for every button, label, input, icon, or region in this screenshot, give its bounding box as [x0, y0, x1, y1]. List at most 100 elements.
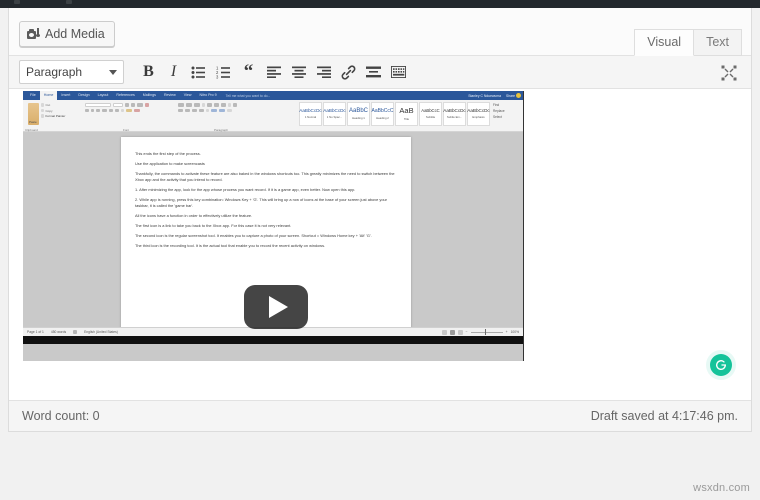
word-style-preview: AaB [399, 106, 414, 116]
word-style-name: 1 Normal [304, 115, 317, 120]
wp-admin-bar[interactable] [0, 0, 760, 8]
word-page-indicator: Page 1 of 1 [27, 330, 44, 334]
word-tab-insert: Insert [61, 93, 71, 97]
read-more-button[interactable] [361, 60, 386, 84]
align-left-button[interactable] [261, 60, 286, 84]
align-right-icon [316, 66, 331, 78]
play-button[interactable] [244, 285, 308, 329]
word-group-font: Font [85, 101, 173, 132]
word-style-name: Heading 1 [352, 116, 365, 120]
text-cursor [523, 91, 524, 361]
word-group-paragraph: Paragraph [178, 101, 270, 132]
add-media-label: Add Media [45, 27, 105, 41]
tab-text[interactable]: Text [694, 29, 742, 56]
bulleted-list-icon [191, 66, 205, 78]
word-share-button: Share [505, 93, 515, 98]
add-media-icon [27, 28, 40, 40]
word-format-painter-label: Format Painter [45, 114, 66, 118]
word-paste-button: Paste [28, 103, 39, 125]
word-doc-line: The first icon is a link to take you bac… [135, 222, 292, 228]
word-count-label: Word count: 0 [22, 409, 100, 423]
word-style-heading-1: AaBbC Heading 1 [347, 102, 370, 126]
word-style-subtle-emphasis: AaBbCcDc Subtle Em... [443, 102, 466, 126]
grammarly-badge[interactable] [710, 354, 732, 376]
admin-bar-item-comments[interactable] [66, 0, 72, 4]
blockquote-icon: “ [243, 60, 254, 82]
word-paste-label: Paste [29, 120, 37, 124]
italic-button[interactable]: I [161, 60, 186, 84]
word-style-name: Subtitle [425, 115, 436, 120]
word-style-preview: AaBbCcDc [323, 107, 346, 113]
word-style-preview: AaBbC [348, 108, 368, 114]
word-read-mode-icon [441, 329, 447, 335]
word-tab-mailings: Mailings [142, 93, 156, 97]
word-style-name: 1 No Spac... [326, 115, 343, 120]
align-center-icon [291, 66, 306, 78]
word-copy-label: Copy [45, 108, 53, 113]
word-ribbon-tabbar: File Home Insert Design Layout Reference… [23, 91, 523, 100]
bulleted-list-button[interactable] [186, 60, 211, 84]
word-style-preview: AaBbCcDc [467, 107, 490, 113]
word-style-heading-2: AaBbCcC Heading 2 [371, 102, 394, 126]
word-doc-line: All the icons have a function in order t… [135, 212, 253, 218]
insert-link-button[interactable] [336, 60, 361, 84]
editor-view-tabs: Visual Text [634, 21, 742, 56]
word-print-layout-icon [449, 329, 455, 335]
word-zoom-slider [470, 329, 503, 335]
read-more-icon [366, 66, 381, 78]
word-language: English (United States) [84, 330, 118, 334]
word-style-name: Subtle Em... [446, 115, 463, 120]
word-tab-review: Review [163, 93, 176, 97]
word-style-preview: AaBbCcDc [299, 107, 322, 113]
word-doc-line: The third icon is the recording tool. It… [135, 242, 326, 248]
toolbar-toggle-button[interactable] [386, 60, 411, 84]
tab-visual[interactable]: Visual [634, 29, 695, 56]
play-icon [268, 296, 288, 318]
word-web-layout-icon [457, 329, 463, 335]
word-group-editing: Find Replace Select [493, 102, 520, 120]
word-cut-label: Cut [45, 103, 51, 107]
paragraph-format-select[interactable]: Paragraph [19, 60, 124, 84]
align-center-button[interactable] [286, 60, 311, 84]
word-zoom-level: 100% [510, 330, 519, 334]
word-style-preview: AaBbCcC [371, 107, 394, 114]
word-style-emphasis: AaBbCcDc Emphasis [467, 102, 490, 126]
windows-taskbar [23, 336, 523, 344]
word-style-preview: AaBbCcDc [443, 107, 466, 113]
word-tab-design: Design [78, 93, 90, 97]
word-style-name: Title [403, 116, 410, 121]
formatting-toolbar: Paragraph B I 1 2 3 “ [9, 56, 751, 89]
word-account-name: Stanley C Nduewuma [468, 93, 501, 98]
align-left-icon [266, 66, 281, 78]
italic-icon: I [170, 63, 177, 80]
bold-button[interactable]: B [136, 60, 161, 84]
keyboard-toolbar-icon [391, 66, 406, 78]
watermark: wsxdn.com [693, 482, 750, 494]
word-account-avatar [516, 93, 521, 98]
distraction-free-mode-button[interactable] [717, 61, 741, 85]
word-style-title: AaB Title [395, 102, 418, 126]
blockquote-button[interactable]: “ [236, 60, 261, 84]
word-tab-home: Home [39, 91, 58, 100]
word-doc-line: The second icon is the regular screensho… [135, 232, 372, 238]
word-select-item: Select [493, 115, 502, 119]
word-ribbon: Paste Cut Copy Format Painter Clipboard [23, 100, 523, 132]
post-editor: Add Media Visual Text Paragraph B I 1 2 … [8, 8, 752, 432]
add-media-button[interactable]: Add Media [19, 21, 115, 47]
numbered-list-button[interactable]: 1 2 3 [211, 60, 236, 84]
word-style-subtitle: AaBbCcC Subtitle [419, 102, 442, 126]
word-tab-file: File [30, 93, 36, 97]
align-right-button[interactable] [311, 60, 336, 84]
admin-bar-item-site[interactable] [14, 0, 20, 4]
word-doc-line: 1. After minimizing the app, look for th… [135, 186, 356, 192]
word-style-preview: AaBbCcC [421, 107, 440, 113]
chevron-down-icon [109, 69, 117, 75]
word-tab-references: References [116, 93, 135, 97]
media-toolbar-row: Add Media Visual Text [9, 8, 751, 56]
editor-status-bar: Word count: 0 Draft saved at 4:17:46 pm. [9, 400, 751, 431]
word-style-normal: AaBbCcDc 1 Normal [299, 102, 322, 126]
post-content-area[interactable]: File Home Insert Design Layout Reference… [9, 89, 751, 400]
word-group-clipboard: Paste Cut Copy Format Painter Clipboard [25, 101, 67, 132]
word-view-controls: − + 100% [441, 329, 519, 335]
word-tab-view: View [183, 93, 192, 97]
